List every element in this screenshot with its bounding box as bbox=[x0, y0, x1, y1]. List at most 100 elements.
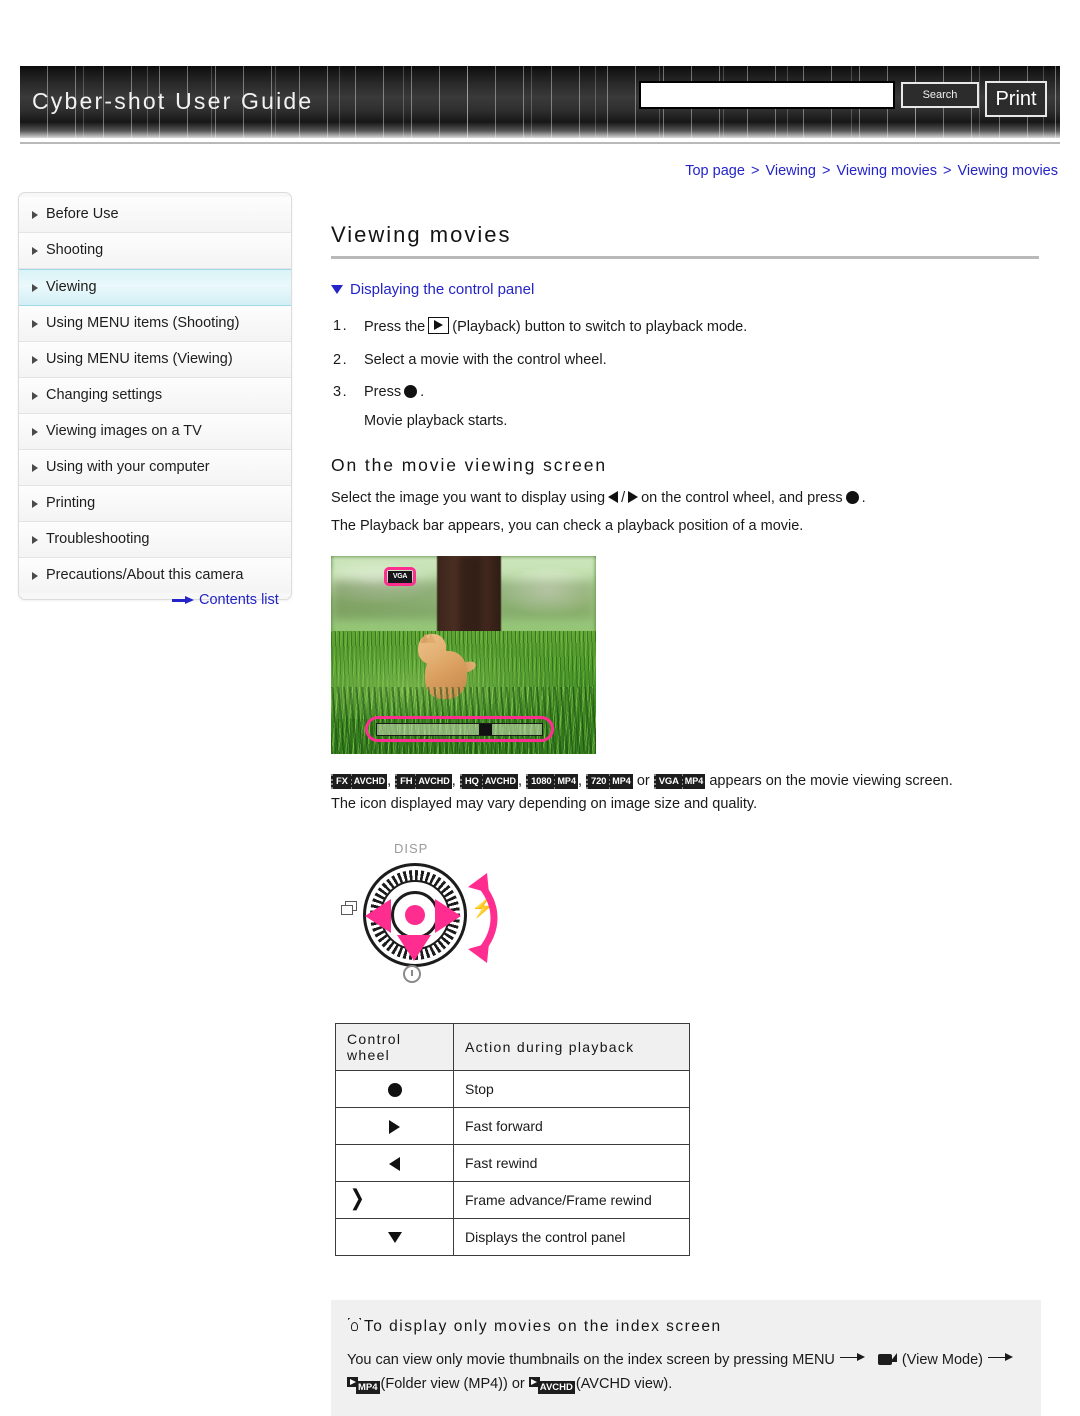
format-chip-vga: VGA bbox=[653, 774, 684, 790]
sidebar-item-label: Troubleshooting bbox=[46, 531, 150, 547]
sidebar-item-viewing-images-on-a-tv[interactable]: Viewing images on a TV bbox=[19, 414, 291, 450]
sidebar-item-using-menu-items-viewing[interactable]: Using MENU items (Viewing) bbox=[19, 342, 291, 378]
sidebar-item-changing-settings[interactable]: Changing settings bbox=[19, 378, 291, 414]
breadcrumb: Top page > Viewing > Viewing movies > Vi… bbox=[685, 163, 1058, 179]
tip-text-view-mode: (View Mode) bbox=[901, 1351, 984, 1368]
displaying-control-panel-link[interactable]: Displaying the control panel bbox=[331, 281, 1043, 298]
sidebar-item-label: Using with your computer bbox=[46, 459, 210, 475]
table-header-control-wheel: Control wheel bbox=[335, 1022, 454, 1071]
breadcrumb-item-top-page[interactable]: Top page bbox=[685, 163, 745, 179]
table-header-row: Control wheel Action during playback bbox=[335, 1022, 690, 1071]
step-text-after: (Playback) button to switch to playback … bbox=[452, 319, 748, 335]
table-cell-symbol-rotate-wheel: ❯ bbox=[335, 1180, 454, 1219]
right-arrow-icon bbox=[389, 1119, 400, 1134]
bullet-triangle-icon bbox=[32, 535, 38, 544]
table-row: Fast forward bbox=[335, 1106, 690, 1145]
header-controls: Search Print bbox=[639, 81, 1047, 117]
chevron-down-icon bbox=[331, 284, 343, 294]
center-button-icon bbox=[845, 491, 859, 505]
sidebar-item-label: Changing settings bbox=[46, 387, 163, 403]
control-wheel-diagram: DISP ⚡ bbox=[339, 837, 519, 997]
tip-title: To display only movies on the index scre… bbox=[347, 1317, 1025, 1336]
sidebar-item-label: Viewing bbox=[46, 279, 97, 295]
breadcrumb-item-current[interactable]: Viewing movies bbox=[958, 163, 1058, 179]
sidebar-item-shooting[interactable]: Shooting bbox=[19, 233, 291, 269]
breadcrumb-item-viewing[interactable]: Viewing bbox=[765, 163, 816, 179]
table-cell-symbol-left-arrow bbox=[335, 1143, 454, 1182]
sidebar-item-troubleshooting[interactable]: Troubleshooting bbox=[19, 522, 291, 558]
tip-box: To display only movies on the index scre… bbox=[331, 1299, 1041, 1416]
search-input[interactable] bbox=[639, 81, 895, 109]
playback-bar-note: The Playback bar appears, you can check … bbox=[331, 517, 804, 534]
select-image-instruction: Select the image you want to display usi… bbox=[331, 487, 1043, 510]
format-chip-720: 720 bbox=[586, 774, 612, 790]
left-arrow-icon bbox=[389, 1156, 400, 1171]
step-text-before: Press bbox=[364, 384, 402, 401]
bullet-triangle-icon bbox=[32, 571, 38, 580]
format-label-mp4: MP4 bbox=[555, 774, 578, 790]
tip-body-line-2: MP4 (Folder view (MP4)) or AVCHD (AVCHD vi… bbox=[347, 1372, 1025, 1396]
bullet-triangle-icon bbox=[32, 499, 38, 508]
self-timer-icon bbox=[403, 964, 421, 983]
bullet-triangle-icon bbox=[32, 463, 38, 472]
movie-square-icon bbox=[347, 1376, 358, 1387]
tip-title-label: To display only movies on the index scre… bbox=[364, 1317, 722, 1335]
right-arrow-icon bbox=[628, 491, 639, 504]
sidebar-item-printing[interactable]: Printing bbox=[19, 486, 291, 522]
table-row: Displays the control panel bbox=[335, 1217, 690, 1256]
print-button[interactable]: Print bbox=[985, 81, 1047, 117]
playback-bar bbox=[375, 722, 544, 736]
sidebar-item-using-menu-items-shooting[interactable]: Using MENU items (Shooting) bbox=[19, 306, 291, 342]
step-number: 3. bbox=[333, 384, 349, 401]
movie-format-badge-label: VGA bbox=[388, 570, 412, 583]
arrow-right-icon bbox=[988, 1353, 1014, 1363]
movie-format-badge-highlight: VGA bbox=[384, 567, 416, 587]
breadcrumb-separator: > bbox=[750, 163, 760, 179]
contents-list-link[interactable]: Contents list bbox=[172, 592, 279, 608]
table-cell-symbol-down-arrow bbox=[335, 1217, 454, 1256]
step-item-3: 3. Press. Movie playback starts. bbox=[331, 383, 1043, 431]
format-or-word: or bbox=[636, 773, 650, 790]
wheel-rotate-arrow-icon bbox=[468, 872, 498, 963]
disp-label: DISP bbox=[394, 840, 429, 856]
table-cell-action: Fast rewind bbox=[453, 1143, 690, 1182]
site-header: Cyber-shot User Guide Search Print bbox=[20, 66, 1060, 138]
left-arrow-icon bbox=[608, 491, 619, 504]
instruction-part-b: on the control wheel, and press bbox=[641, 490, 843, 507]
format-label-avchd: AVCHD bbox=[351, 774, 388, 790]
table-cell-action: Stop bbox=[453, 1069, 690, 1108]
bullet-triangle-icon bbox=[32, 355, 38, 364]
table-row: Fast rewind bbox=[335, 1143, 690, 1182]
wheel-down-arrow-icon bbox=[397, 934, 431, 961]
sidebar-item-before-use[interactable]: Before Use bbox=[19, 197, 291, 233]
sidebar-nav: Before Use Shooting Viewing Using MENU i… bbox=[18, 192, 292, 600]
format-chip-hq: HQ bbox=[459, 774, 484, 790]
sidebar-item-label: Precautions/About this camera bbox=[46, 567, 244, 583]
burst-icon bbox=[341, 900, 357, 915]
view-mode-icon bbox=[875, 1352, 898, 1367]
avchd-view-label: AVCHD bbox=[537, 1380, 575, 1394]
breadcrumb-separator: > bbox=[943, 163, 952, 179]
bullet-triangle-icon bbox=[32, 210, 38, 219]
page-title: Viewing movies bbox=[331, 222, 512, 247]
wheel-left-arrow-icon bbox=[365, 898, 391, 933]
format-label-mp4: MP4 bbox=[682, 774, 706, 790]
bullet-triangle-icon bbox=[32, 319, 38, 328]
control-wheel-action-table: Control wheel Action during playback Sto… bbox=[335, 1022, 690, 1256]
step-number: 1. bbox=[333, 318, 349, 334]
sidebar-item-viewing[interactable]: Viewing bbox=[19, 269, 291, 306]
instruction-part-c: . bbox=[861, 490, 866, 507]
table-cell-symbol-right-arrow bbox=[335, 1106, 454, 1145]
sidebar-item-label: Using MENU items (Viewing) bbox=[46, 351, 233, 367]
site-title: Cyber-shot User Guide bbox=[32, 88, 314, 114]
search-button[interactable]: Search bbox=[901, 82, 979, 108]
step-item-1: 1. Press the (Playback) button to switch … bbox=[331, 317, 1043, 338]
bullet-triangle-icon bbox=[32, 283, 38, 292]
sidebar-item-precautions-about-this-camera[interactable]: Precautions/About this camera bbox=[19, 558, 291, 593]
tip-text-part-b: (Folder view (MP4)) or bbox=[380, 1375, 525, 1392]
sidebar-item-using-with-your-computer[interactable]: Using with your computer bbox=[19, 450, 291, 486]
format-label-avchd: AVCHD bbox=[416, 774, 452, 790]
down-arrow-icon bbox=[387, 1232, 402, 1244]
breadcrumb-item-viewing-movies[interactable]: Viewing movies bbox=[837, 163, 937, 179]
step-text-before: Press the bbox=[364, 319, 426, 335]
